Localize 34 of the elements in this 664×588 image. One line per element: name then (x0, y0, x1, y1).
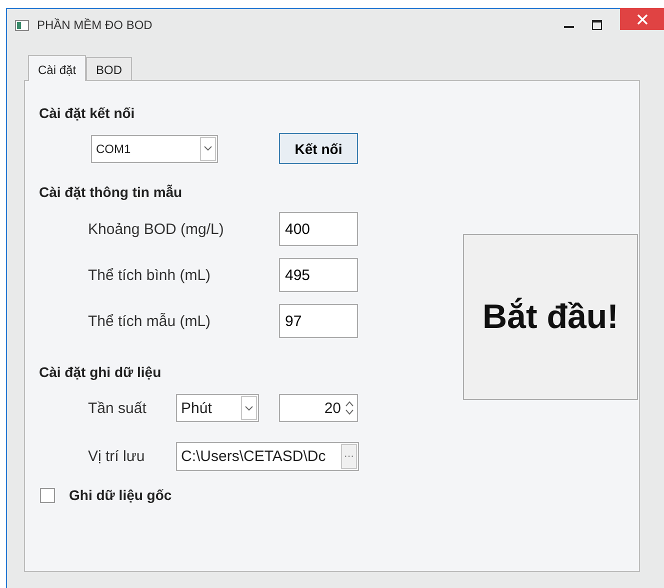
path-value: C:\Users\CETASD\Dc (180, 448, 327, 465)
caret-icon (204, 146, 212, 151)
field-label: Thể tích mẫu (mL) (88, 312, 212, 330)
checkbox[interactable] (40, 488, 55, 502)
section-heading: Cài đặt ghi dữ liệu (39, 364, 162, 380)
field-label: Vị trí lưu (88, 448, 146, 465)
field-label: Thể tích bình (mL) (88, 266, 212, 284)
dropdown[interactable]: COM1 (91, 134, 218, 162)
start-button[interactable]: Bắt đầu! (463, 234, 638, 400)
close-icon (636, 14, 648, 24)
spinner-value: 20 (324, 400, 341, 416)
dropdown-value: COM1 (95, 140, 132, 158)
tab[interactable]: BOD (86, 57, 132, 81)
field-label: Tần suất (88, 400, 148, 416)
dropdown-value: Phút (180, 398, 213, 418)
connect-button[interactable]: Kết nối (279, 133, 358, 164)
dropdown[interactable]: Phút (176, 394, 259, 422)
path-field[interactable]: C:\Users\CETASD\Dc ··· (176, 442, 359, 471)
input-field[interactable]: 97 (279, 304, 358, 338)
section-heading: Cài đặt thông tin mẫu (39, 184, 184, 200)
field-label: Khoảng BOD (mg/L) (88, 220, 225, 238)
number-spinner[interactable]: 20 (279, 394, 358, 422)
checkbox-label: Ghi dữ liệu gốc (69, 487, 172, 503)
section-heading: Cài đặt kết nối (39, 105, 136, 121)
browse-button[interactable]: ··· (341, 444, 357, 469)
close-button[interactable] (620, 8, 664, 30)
caret-icon (245, 406, 253, 410)
maximize-icon[interactable] (592, 20, 602, 30)
app-icon (15, 20, 29, 30)
tab[interactable]: Cài đặt (28, 55, 86, 81)
spinner-arrows-icon[interactable] (345, 399, 354, 417)
window-title: PHẦN MỀM ĐO BOD (37, 18, 152, 32)
input-field[interactable]: 495 (279, 258, 358, 292)
input-field[interactable]: 400 (279, 212, 358, 246)
